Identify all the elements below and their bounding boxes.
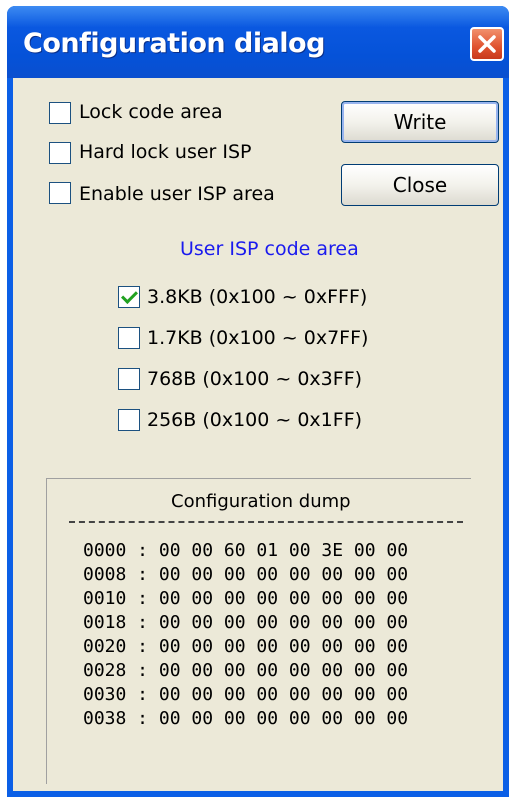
configuration-dump-title: Configuration dump bbox=[171, 491, 351, 512]
close-button[interactable]: Close bbox=[341, 164, 499, 206]
dump-row: 0020 : 00 00 00 00 00 00 00 00 bbox=[83, 636, 409, 657]
dump-row: 0018 : 00 00 00 00 00 00 00 00 bbox=[83, 612, 409, 633]
isp-3-8kb-label: 3.8KB (0x100 ~ 0xFFF) bbox=[147, 286, 368, 308]
dump-row: 0008 : 00 00 00 00 00 00 00 00 bbox=[83, 564, 409, 585]
configuration-dump-panel: Configuration dump 0000 : 00 00 60 01 00… bbox=[46, 478, 471, 784]
dump-row: 0028 : 00 00 00 00 00 00 00 00 bbox=[83, 660, 409, 681]
dump-row: 0000 : 00 00 60 01 00 3E 00 00 bbox=[83, 540, 409, 561]
hard-lock-user-isp-checkbox[interactable] bbox=[49, 142, 71, 164]
lock-code-area-label: Lock code area bbox=[79, 101, 223, 123]
window-close-button[interactable] bbox=[470, 27, 504, 61]
write-button[interactable]: Write bbox=[341, 101, 499, 143]
lock-code-area-checkbox[interactable] bbox=[49, 102, 71, 124]
dump-row: 0038 : 00 00 00 00 00 00 00 00 bbox=[83, 708, 409, 729]
window-title: Configuration dialog bbox=[23, 28, 325, 59]
title-bar[interactable]: Configuration dialog bbox=[7, 6, 509, 78]
user-isp-group-title: User ISP code area bbox=[180, 238, 359, 260]
enable-user-isp-area-label: Enable user ISP area bbox=[79, 183, 275, 205]
isp-768b-checkbox[interactable] bbox=[118, 368, 140, 390]
dump-row: 0030 : 00 00 00 00 00 00 00 00 bbox=[83, 684, 409, 705]
user-isp-group bbox=[147, 230, 501, 502]
isp-1-7kb-checkbox[interactable] bbox=[118, 327, 140, 349]
dump-row: 0010 : 00 00 00 00 00 00 00 00 bbox=[83, 588, 409, 609]
isp-1-7kb-label: 1.7KB (0x100 ~ 0x7FF) bbox=[147, 327, 369, 349]
dialog-client-area: Lock code area Hard lock user ISP Enable… bbox=[13, 78, 503, 791]
hard-lock-user-isp-label: Hard lock user ISP bbox=[79, 141, 252, 163]
close-x-icon bbox=[478, 35, 496, 53]
enable-user-isp-area-checkbox[interactable] bbox=[49, 182, 71, 204]
isp-3-8kb-checkbox[interactable] bbox=[118, 286, 140, 308]
isp-256b-checkbox[interactable] bbox=[118, 409, 140, 431]
dump-divider bbox=[69, 521, 463, 523]
isp-768b-label: 768B (0x100 ~ 0x3FF) bbox=[147, 368, 363, 390]
configuration-dialog-window: Configuration dialog Lock code area Hard… bbox=[7, 6, 509, 797]
isp-256b-label: 256B (0x100 ~ 0x1FF) bbox=[147, 409, 363, 431]
